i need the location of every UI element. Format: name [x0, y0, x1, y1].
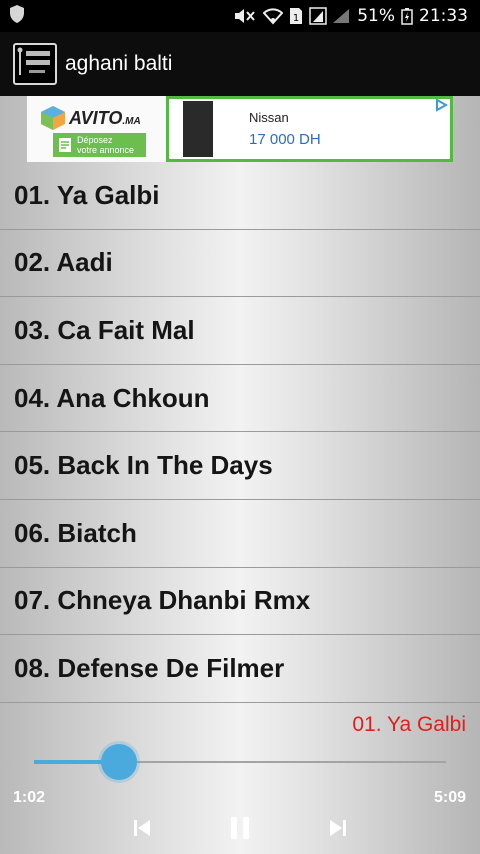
battery-percent: 51%	[357, 6, 395, 26]
signal-icon	[309, 7, 351, 25]
app-title: aghani balti	[65, 52, 173, 75]
track-row[interactable]: 05. Back In The Days	[0, 432, 480, 500]
ad-banner[interactable]: AVITO.MA Déposez votre annonce Nissan 17…	[27, 96, 453, 162]
track-row[interactable]: 03. Ca Fait Mal	[0, 297, 480, 365]
previous-icon	[131, 817, 153, 844]
ad-brand: AVITO.MA	[69, 108, 141, 129]
ad-brand-suffix: .MA	[122, 116, 141, 127]
track-title: 01. Ya Galbi	[14, 179, 160, 210]
next-button[interactable]	[320, 812, 356, 848]
pause-icon	[227, 815, 253, 846]
track-row[interactable]: 07. Chneya Dhanbi Rmx	[0, 568, 480, 636]
playback-controls	[0, 812, 480, 848]
status-bar: 1 51% 21:33	[0, 0, 480, 32]
seek-thumb[interactable]	[100, 744, 137, 780]
wifi-icon	[263, 7, 284, 25]
track-title: 08. Defense De Filmer	[14, 652, 285, 683]
current-time: 1:02	[13, 789, 46, 806]
ad-choices-icon[interactable]	[434, 98, 449, 117]
total-time: 5:09	[433, 789, 466, 806]
track-row[interactable]: 04. Ana Chkoun	[0, 365, 480, 433]
status-indicators: 1 51% 21:33	[233, 6, 468, 26]
sim-icon: 1	[289, 7, 303, 25]
ad-title: Nissan	[249, 110, 289, 125]
pause-button[interactable]	[222, 812, 258, 848]
ad-cta-line2: votre annonce	[77, 145, 135, 155]
seek-bar[interactable]	[34, 744, 446, 780]
track-title: 04. Ana Chkoun	[14, 382, 210, 413]
app-logo-icon[interactable]	[13, 43, 57, 85]
mute-icon	[233, 7, 257, 25]
next-icon	[327, 817, 349, 844]
now-playing-title: 01. Ya Galbi	[352, 713, 466, 736]
track-title: 07. Chneya Dhanbi Rmx	[14, 585, 311, 616]
track-list: 01. Ya Galbi 02. Aadi 03. Ca Fait Mal 04…	[0, 162, 480, 703]
track-row[interactable]: 08. Defense De Filmer	[0, 635, 480, 703]
post-ad-icon	[58, 137, 72, 155]
shield-icon	[8, 4, 26, 28]
ad-cta-button[interactable]: Déposez votre annonce	[53, 133, 146, 157]
app-bar: aghani balti	[0, 32, 480, 96]
ad-price: 17 000 DH	[249, 131, 321, 148]
track-title: 06. Biatch	[14, 517, 137, 548]
ad-brand-name: AVITO	[69, 108, 123, 128]
svg-text:1: 1	[293, 13, 299, 24]
battery-icon	[401, 7, 413, 25]
ad-advertiser[interactable]: AVITO.MA Déposez votre annonce	[27, 96, 166, 162]
clock: 21:33	[419, 6, 468, 26]
track-row[interactable]: 01. Ya Galbi	[0, 162, 480, 230]
ad-cta-line1: Déposez	[77, 135, 113, 145]
previous-button[interactable]	[124, 812, 160, 848]
track-title: 02. Aadi	[14, 247, 113, 278]
track-title: 03. Ca Fait Mal	[14, 314, 195, 345]
ad-listing[interactable]: Nissan 17 000 DH	[166, 96, 453, 162]
track-row[interactable]: 06. Biatch	[0, 500, 480, 568]
track-title: 05. Back In The Days	[14, 450, 273, 481]
track-row[interactable]: 02. Aadi	[0, 230, 480, 298]
ad-thumbnail	[183, 101, 213, 157]
